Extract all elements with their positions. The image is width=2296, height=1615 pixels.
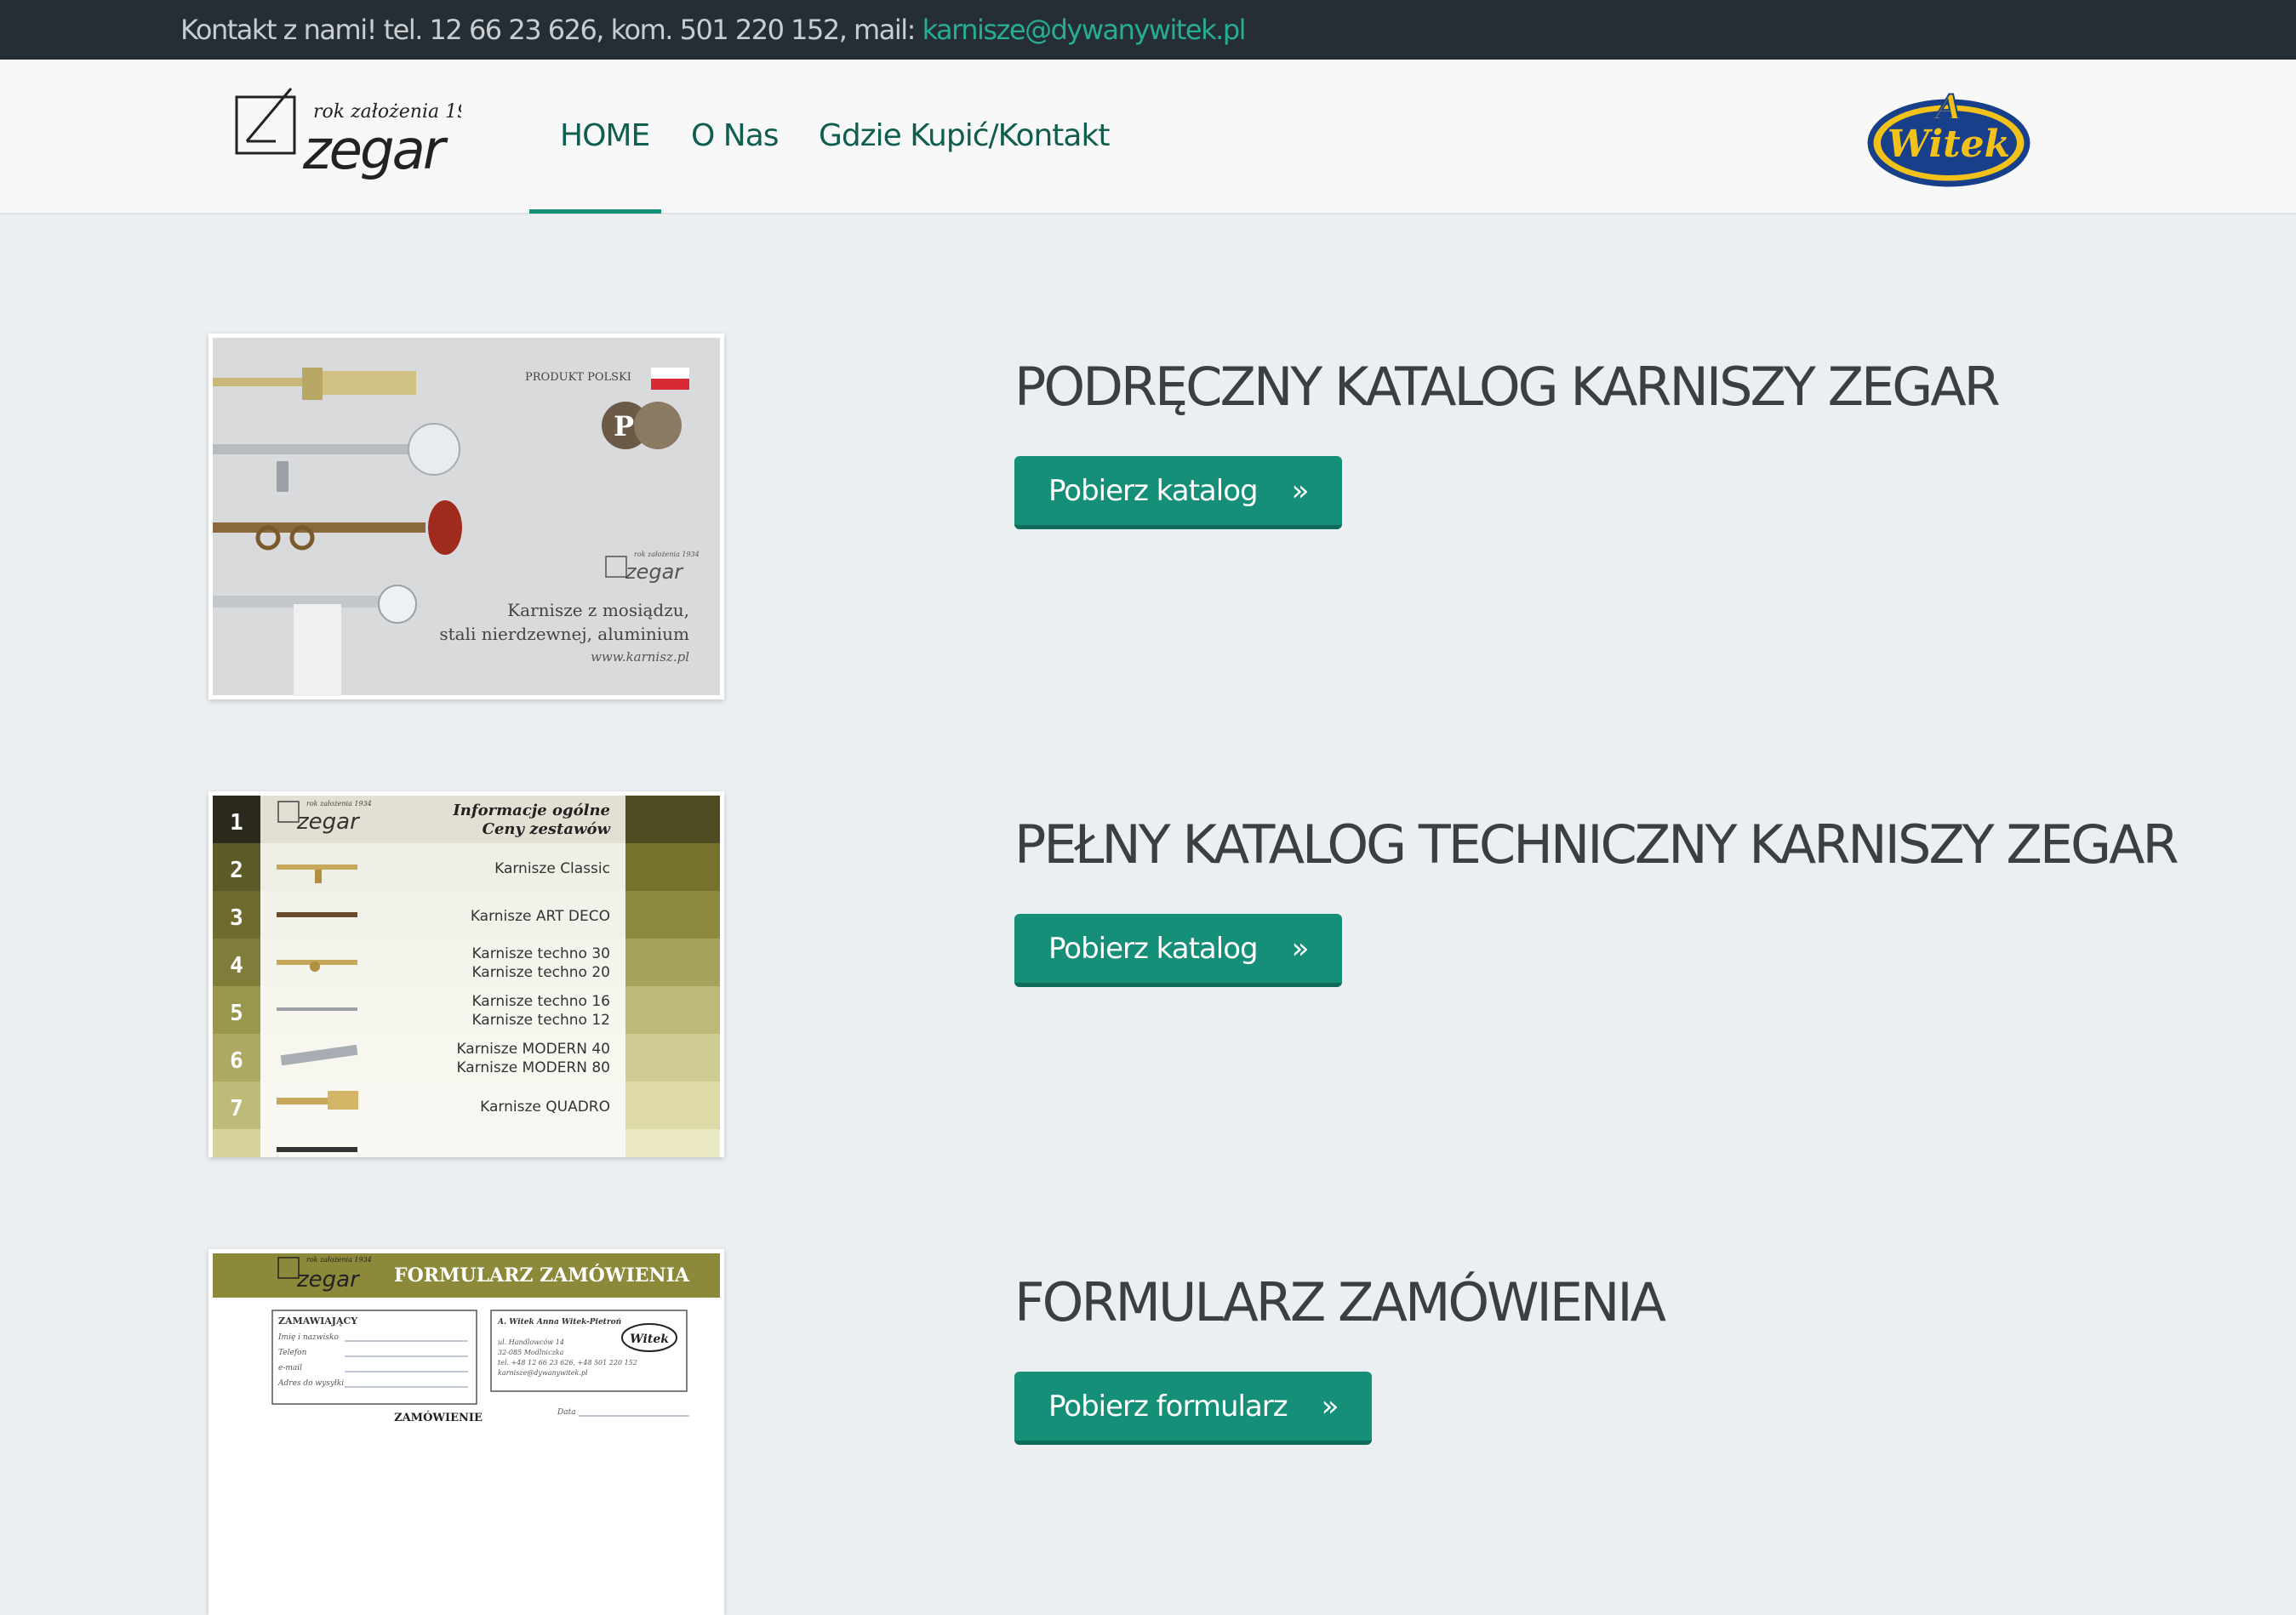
thumb-logo: zegar	[625, 560, 684, 584]
contact-info: Kontakt z nami! tel. 12 66 23 626, kom. …	[180, 12, 1247, 48]
download-catalog-button-podreczny[interactable]: Pobierz katalog »	[1014, 456, 1343, 529]
thumb-item-number: 2	[230, 858, 243, 883]
order-form-thumbnail[interactable]: rok założenia 1934 zegar FORMULARZ ZAMÓW…	[208, 1249, 724, 1615]
thumb-box-left-title: ZAMAWIAJĄCY	[278, 1315, 357, 1327]
thumb-item-label: Karnisze techno 20	[471, 964, 610, 981]
thumb-logo: zegar	[296, 809, 361, 835]
download-form-label: Pobierz formularz	[1048, 1389, 1288, 1424]
thumb-date-label: Data	[557, 1408, 576, 1417]
thumb-form-heading: FORMULARZ ZAMÓWIENIA	[394, 1264, 690, 1287]
thumb-header-line2: Ceny zestawów	[483, 820, 612, 838]
thumb-address-line: tel. +48 12 66 23 626, +48 501 220 152	[498, 1359, 637, 1367]
thumb-address-line: ul. Handlowców 14	[498, 1338, 564, 1346]
thumb-item-number: 1	[230, 810, 243, 836]
thumb-item-number: 7	[230, 1096, 243, 1121]
thumb-item-number: 4	[230, 953, 243, 979]
witek-logo-letter: A	[1932, 88, 1962, 128]
thumb-line1: Karnisze z mosiądzu,	[507, 600, 689, 620]
thumb-item-label: Karnisze ART DECO	[471, 908, 610, 925]
thumb-url: www.karnisz.pl	[591, 649, 689, 665]
contact-bar: Kontakt z nami! tel. 12 66 23 626, kom. …	[0, 0, 2296, 60]
thumb-item-label: Karnisze techno 30	[471, 945, 610, 962]
nav-o-nas[interactable]: O Nas	[691, 60, 780, 213]
double-chevron-right-icon: »	[1321, 1389, 1339, 1424]
contact-text: Kontakt z nami! tel. 12 66 23 626, kom. …	[180, 14, 922, 46]
thumb-logo: zegar	[296, 1267, 361, 1293]
thumb-item-label: Karnisze QUADRO	[480, 1099, 610, 1116]
thumb-field: e-mail	[278, 1364, 302, 1372]
thumb-item-label: Karnisze MODERN 40	[456, 1041, 610, 1058]
thumb-address-line: karnisze@dywanywitek.pl	[498, 1369, 588, 1377]
thumb-item-label: Karnisze MODERN 80	[456, 1059, 610, 1076]
nav-gdzie-kupic-kontakt[interactable]: Gdzie Kupić/Kontakt	[819, 60, 1110, 213]
catalog-title-pelny: PEŁNY KATALOG TECHNICZNY KARNISZY ZEGAR	[1014, 813, 2179, 876]
thumb-field: Imię i nazwisko	[277, 1333, 339, 1342]
thumb-box-right-title: A. Witek Anna Witek-Pietroń	[497, 1318, 621, 1327]
thumb-item-label: Karnisze Classic	[494, 860, 610, 877]
download-catalog-label: Pobierz katalog	[1048, 931, 1259, 966]
nav-home[interactable]: HOME	[560, 60, 650, 213]
order-form-title: FORMULARZ ZAMÓWIENIA	[1014, 1271, 1666, 1333]
thumb-produkt-polski: PRODUKT POLSKI	[525, 371, 631, 384]
catalog-title-podreczny: PODRĘCZNY KATALOG KARNISZY ZEGAR	[1014, 356, 2001, 418]
thumb-logo-tag: rok założenia 1934	[634, 551, 700, 558]
thumb-line2: stali nierdzewnej, aluminium	[439, 624, 689, 644]
download-catalog-label: Pobierz katalog	[1048, 473, 1259, 508]
thumb-badge: P	[614, 410, 634, 442]
thumb-item-label: Karnisze techno 12	[471, 1012, 610, 1029]
download-form-button[interactable]: Pobierz formularz »	[1014, 1372, 1373, 1445]
thumb-logo-tag: rok założenia 1934	[306, 800, 372, 808]
thumb-section-title: ZAMÓWIENIE	[394, 1410, 483, 1424]
thumb-address-line: 32-085 Modlniczka	[498, 1349, 564, 1356]
thumb-item-number: 6	[230, 1048, 243, 1074]
svg-text:Witek: Witek	[630, 1333, 669, 1346]
thumb-header-line1: Informacje ogólne	[452, 802, 610, 819]
main-navbar: rok założenia 1934 zegar HOME O Nas Gdzi…	[0, 60, 2296, 214]
zegar-logo-name: zegar	[302, 119, 448, 182]
thumb-logo-tag: rok założenia 1934	[306, 1256, 372, 1264]
email-link[interactable]: karnisze@dywanywitek.pl	[922, 14, 1247, 46]
thumb-item-number: 5	[230, 1001, 243, 1026]
witek-logo[interactable]: A Witek	[1864, 85, 2034, 191]
catalog-thumbnail-podreczny[interactable]: PRODUKT POLSKI P rok założenia 1934 zega…	[208, 334, 724, 699]
thumb-item-number: 3	[230, 905, 243, 931]
nav-active-indicator	[529, 209, 661, 214]
thumb-item-label: Karnisze techno 16	[471, 993, 610, 1010]
thumb-field: Adres do wysyłki	[277, 1379, 344, 1388]
double-chevron-right-icon: »	[1291, 473, 1310, 508]
witek-logo-name: Witek	[1888, 123, 2010, 166]
thumb-field: Telefon	[278, 1349, 307, 1357]
download-catalog-button-pelny[interactable]: Pobierz katalog »	[1014, 914, 1343, 987]
zegar-logo[interactable]: rok założenia 1934 zegar	[231, 85, 493, 187]
double-chevron-right-icon: »	[1291, 931, 1310, 966]
catalog-thumbnail-pelny[interactable]: 1 2 3 4 5 6 7 rok założenia 1934 zegar I…	[208, 791, 724, 1157]
